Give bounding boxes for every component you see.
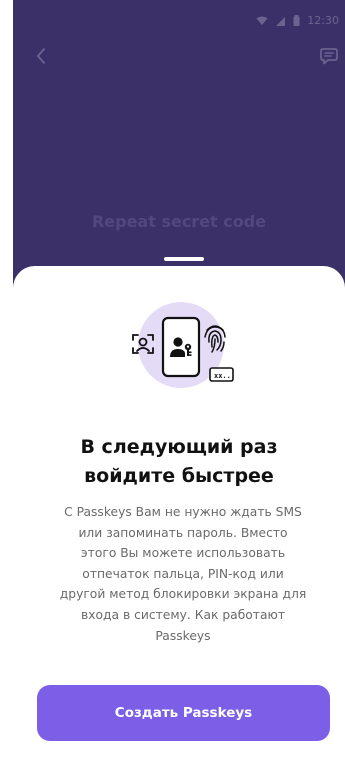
status-bar: 12:30: [13, 0, 345, 44]
pin-badge-text: xx..: [214, 372, 231, 380]
description-line-7: Passkeys: [28, 626, 338, 647]
back-button[interactable]: [30, 44, 54, 68]
description-line-1: С Passkeys Вам не нужно ждать SMS: [64, 505, 302, 519]
signal-icon: [276, 16, 286, 26]
chat-bubble-icon: [320, 48, 338, 65]
background-screen-title: Repeat secret code: [91, 212, 267, 231]
description-line-2: или запоминать пароль. Вместо: [78, 525, 288, 540]
wifi-icon: [256, 16, 268, 25]
chevron-left-icon: [37, 48, 45, 64]
support-chat-button[interactable]: [317, 44, 341, 68]
sheet-description: С Passkeys Вам не нужно ждать SMS или за…: [28, 502, 338, 646]
dimmed-background: [13, 0, 345, 300]
create-passkeys-button[interactable]: Создать Passkeys: [37, 685, 330, 741]
description-line-5: другой метод блокировки экрана для: [59, 587, 307, 602]
battery-icon: [293, 15, 300, 26]
description-line-6: входа в систему. Как работают: [28, 605, 338, 626]
status-icons: 12:30: [256, 14, 339, 27]
how-passkeys-work-link-continued[interactable]: Passkeys: [155, 629, 210, 643]
description-line-6-prefix: входа в систему.: [80, 607, 191, 622]
sheet-title-line-2: войдите быстрее: [84, 465, 274, 487]
passkeys-screen: 12:30 Repeat secret code xx.. В следующи…: [0, 0, 345, 762]
sheet-title-line-1: В следующий раз: [80, 436, 278, 458]
status-time: 12:30: [307, 14, 339, 27]
passkeys-illustration: xx..: [118, 300, 248, 400]
passkeys-illustration-graphic: xx..: [132, 302, 234, 388]
description-line-3: этого Вы можете использовать: [80, 546, 286, 561]
left-margin: [0, 0, 13, 762]
sheet-drag-handle[interactable]: [164, 257, 204, 261]
how-passkeys-work-link[interactable]: Как работают: [195, 608, 285, 622]
sheet-title: В следующий раз войдите быстрее: [24, 433, 334, 491]
description-line-4: отпечаток пальца, PIN-код или: [82, 566, 284, 581]
